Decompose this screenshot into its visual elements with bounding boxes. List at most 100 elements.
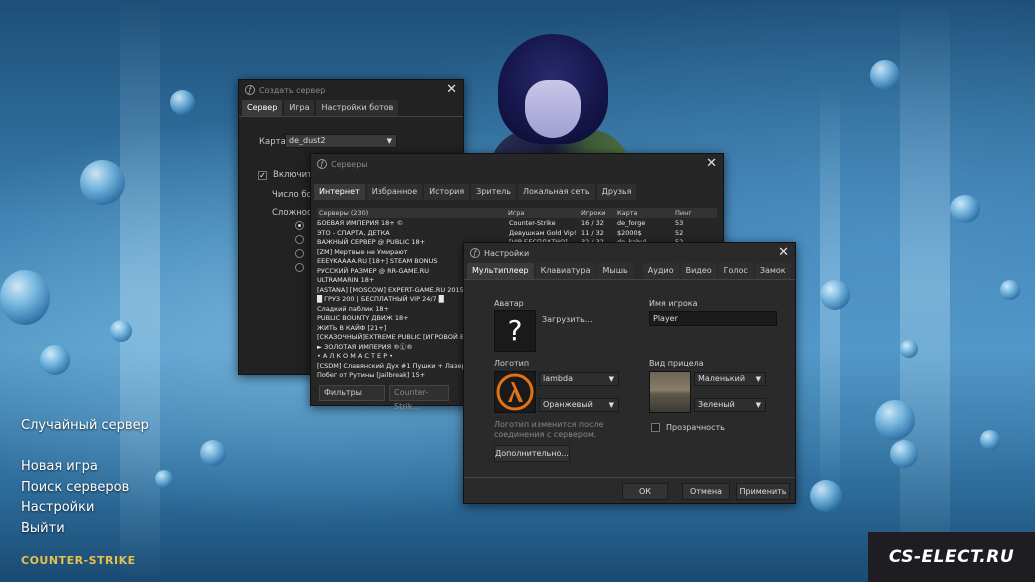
map-select[interactable]: de_dust2 ▼: [285, 134, 397, 148]
transparency-checkbox[interactable]: [651, 423, 660, 432]
tab-game[interactable]: Игра: [284, 100, 315, 116]
tab-favorites[interactable]: Избранное: [366, 184, 423, 200]
col-servers[interactable]: Серверы (230): [319, 209, 368, 217]
player-name-input[interactable]: Player: [649, 311, 777, 326]
tab-friends[interactable]: Друзья: [596, 184, 637, 200]
col-map[interactable]: Карта: [617, 209, 638, 217]
tab-history[interactable]: История: [424, 184, 470, 200]
table-row[interactable]: [CSDM] Славянский Дух #1 Пушки + Лазеры: [317, 362, 467, 372]
table-row[interactable]: ► ЗОЛОТАЯ ИМПЕРИЯ ®Ⓛ®: [317, 343, 467, 353]
table-row[interactable]: БОЕВАЯ ИМПЕРИЯ 18+ ©: [317, 219, 467, 229]
map-label: Карта: [259, 137, 286, 147]
chevron-down-icon: ▼: [755, 375, 761, 383]
server-ping: 53: [675, 219, 684, 227]
map-select-value: de_dust2: [289, 136, 326, 145]
menu-new-game[interactable]: Новая игра: [21, 459, 98, 474]
upload-button[interactable]: Загрузить...: [542, 315, 593, 324]
table-row[interactable]: EEEYKAAAA.RU [18+] STEAM BONUS: [317, 257, 467, 267]
avatar-label: Аватар: [494, 299, 524, 308]
table-row[interactable]: ULTRAMARIN 18+: [317, 276, 467, 286]
player-name-label: Имя игрока: [649, 299, 698, 308]
watermark-logo: CS-ELECT.RU: [868, 532, 1035, 582]
table-row[interactable]: РУССКИЙ РАЗМЕР @ RR-GAME.RU: [317, 267, 467, 277]
apply-button[interactable]: Применить: [736, 483, 790, 500]
menu-quit[interactable]: Выйти: [21, 521, 65, 536]
steam-logo-icon: ƒ: [470, 248, 480, 258]
enable-bots-checkbox[interactable]: ✓: [258, 171, 267, 180]
tab-mouse[interactable]: Мышь: [597, 263, 633, 279]
chevron-down-icon: ▼: [755, 401, 761, 409]
close-icon[interactable]: ✕: [706, 156, 717, 171]
logo-label: Логотип: [494, 359, 530, 368]
crosshair-size-select[interactable]: Маленький ▼: [694, 372, 766, 386]
server-map: de_forge: [617, 219, 646, 227]
table-row[interactable]: PUBLIC BOUNTY ДВИЖ 18+: [317, 314, 467, 324]
avatar: ?: [494, 310, 536, 352]
table-row[interactable]: ВАЖНЫЙ СЕРВЕР @ PUBLIC 18+: [317, 238, 467, 248]
difficulty-radio-1[interactable]: [295, 221, 304, 230]
close-icon[interactable]: ✕: [446, 82, 457, 97]
table-row[interactable]: Побег от Рутины [Jailbreak] 15+: [317, 371, 467, 381]
server-map: $2000$: [617, 228, 642, 237]
tab-lock[interactable]: Замок: [754, 263, 791, 279]
table-row[interactable]: ЭТО - СПАРТА, ДЕТКА: [317, 229, 467, 239]
table-row[interactable]: [ZM] Мертвые не Умирают: [317, 248, 467, 258]
col-players[interactable]: Игроки: [581, 209, 606, 217]
table-row[interactable]: Сладкий паблик 18+: [317, 305, 467, 315]
settings-tabs: Мультиплеер Клавиатура Мышь Аудио Видео …: [464, 263, 795, 279]
difficulty-radio-2[interactable]: [295, 235, 304, 244]
logo-select[interactable]: lambda ▼: [539, 372, 619, 386]
table-row[interactable]: • А Л К О М А С Т Е Р •: [317, 352, 467, 362]
table-row[interactable]: [ASTANA] [MOSCOW] EXPERT-GAME.RU 2015-2: [317, 286, 467, 296]
server-ping: 52: [675, 228, 684, 237]
menu-find-servers[interactable]: Поиск серверов: [21, 480, 129, 495]
create-server-titlebar[interactable]: ƒ Создать сервер: [239, 80, 463, 100]
crosshair-color-value: Зеленый: [698, 400, 735, 409]
servers-tabs: Интернет Избранное История Зритель Локал…: [311, 184, 723, 200]
table-row[interactable]: ЖИТЬ В КАЙФ [21+]: [317, 324, 467, 334]
servers-list: БОЕВАЯ ИМПЕРИЯ 18+ © ЭТО - СПАРТА, ДЕТКА…: [317, 219, 467, 381]
advanced-button[interactable]: Дополнительно...: [494, 445, 570, 462]
tab-internet[interactable]: Интернет: [314, 184, 365, 200]
difficulty-radio-4[interactable]: [295, 263, 304, 272]
server-players: 16 / 32: [581, 219, 604, 227]
servers-table-header: Серверы (230) Игра Игроки Карта Пинг: [317, 208, 717, 218]
server-players: 11 / 32: [581, 228, 604, 237]
tab-server[interactable]: Сервер: [242, 100, 283, 116]
tab-bot-settings[interactable]: Настройки ботов: [316, 100, 399, 116]
transparency-label: Прозрачность: [666, 423, 725, 432]
tab-video[interactable]: Видео: [680, 263, 717, 279]
tab-audio[interactable]: Аудио: [642, 263, 679, 279]
logo-color-select[interactable]: Оранжевый ▼: [539, 398, 619, 412]
col-ping[interactable]: Пинг: [675, 209, 692, 217]
crosshair-size-value: Маленький: [698, 374, 746, 383]
tab-spectate[interactable]: Зритель: [471, 184, 516, 200]
crosshair-color-select[interactable]: Зеленый ▼: [694, 398, 766, 412]
tab-multiplayer[interactable]: Мультиплеер: [467, 263, 534, 279]
logo-note: Логотип изменится после соединения с сер…: [494, 420, 604, 439]
difficulty-radio-3[interactable]: [295, 249, 304, 258]
tab-voice[interactable]: Голос: [718, 263, 753, 279]
create-server-title: Создать сервер: [259, 85, 326, 95]
settings-titlebar[interactable]: ƒ Настройки: [464, 243, 795, 263]
filter-game-field[interactable]: Counter-Strik...: [389, 385, 449, 411]
servers-titlebar[interactable]: ƒ Серверы: [311, 154, 723, 174]
settings-window: ƒ Настройки ✕ Мультиплеер Клавиатура Мыш…: [463, 242, 796, 504]
close-icon[interactable]: ✕: [778, 245, 789, 260]
col-game[interactable]: Игра: [508, 209, 524, 217]
ok-button[interactable]: ОК: [622, 483, 668, 500]
table-row[interactable]: [СКАЗОЧНЫЙ]EXTREME PUBLIC [ИГРОВОЙ ВАЛ: [317, 333, 467, 343]
lambda-logo-icon: [494, 371, 536, 413]
filters-button[interactable]: Фильтры: [319, 385, 385, 401]
tab-lan[interactable]: Локальная сеть: [517, 184, 595, 200]
crosshair-label: Вид прицела: [649, 359, 704, 368]
steam-logo-icon: ƒ: [245, 85, 255, 95]
menu-settings[interactable]: Настройки: [21, 500, 94, 515]
chevron-down-icon: ▼: [608, 375, 614, 383]
crosshair-preview: [649, 371, 691, 413]
table-row[interactable]: █ ГРУЗ 200 | БЕСПЛАТНЫЙ VIP 24/7 █: [317, 295, 467, 305]
tab-keyboard[interactable]: Клавиатура: [535, 263, 596, 279]
cancel-button[interactable]: Отмена: [682, 483, 730, 500]
menu-random-server[interactable]: Случайный сервер: [21, 418, 149, 433]
chevron-down-icon: ▼: [386, 137, 392, 145]
